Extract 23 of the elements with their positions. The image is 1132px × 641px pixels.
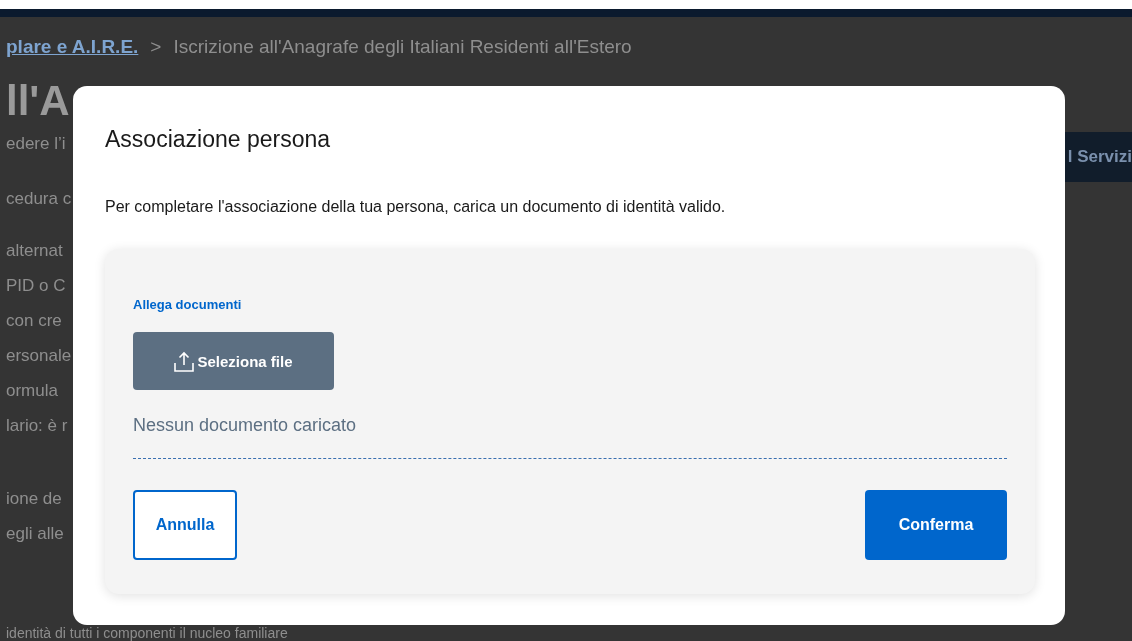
upload-label: Allega documenti: [133, 297, 243, 312]
breadcrumb-link[interactable]: plare e A.I.R.E.: [6, 36, 139, 58]
page-text: ione de: [6, 488, 63, 510]
breadcrumb-separator: >: [150, 36, 162, 58]
breadcrumb-current: Iscrizione all'Anagrafe degli Italiani Residenti all'Estero: [173, 36, 632, 58]
page-text: PID o C: [6, 275, 67, 297]
cancel-button[interactable]: Annulla: [133, 490, 237, 560]
page-heading: ll'A: [6, 76, 71, 126]
page-text: con cre: [6, 310, 63, 332]
select-file-button[interactable]: Seleziona file: [133, 332, 334, 390]
page-text: ormula: [6, 380, 59, 402]
page-text: cedura c: [6, 188, 73, 210]
page-text: alternat: [6, 240, 64, 262]
dialog-description: Per completare l'associazione della tua persona, carica un documento di identità valido.: [105, 198, 727, 216]
upload-icon: [174, 350, 195, 372]
dialog-title: Associazione persona: [105, 126, 332, 153]
page-text: ersonale: [6, 345, 73, 367]
page-text: identità di tutti i componenti il nucleo familiare: [6, 626, 288, 641]
page-text: edere l’i: [6, 133, 67, 155]
page-text: egli alle: [6, 523, 65, 545]
page-text: lario: è r: [6, 415, 69, 437]
upload-status: Nessun documento caricato: [133, 415, 358, 436]
confirm-button[interactable]: Conferma: [865, 490, 1007, 560]
